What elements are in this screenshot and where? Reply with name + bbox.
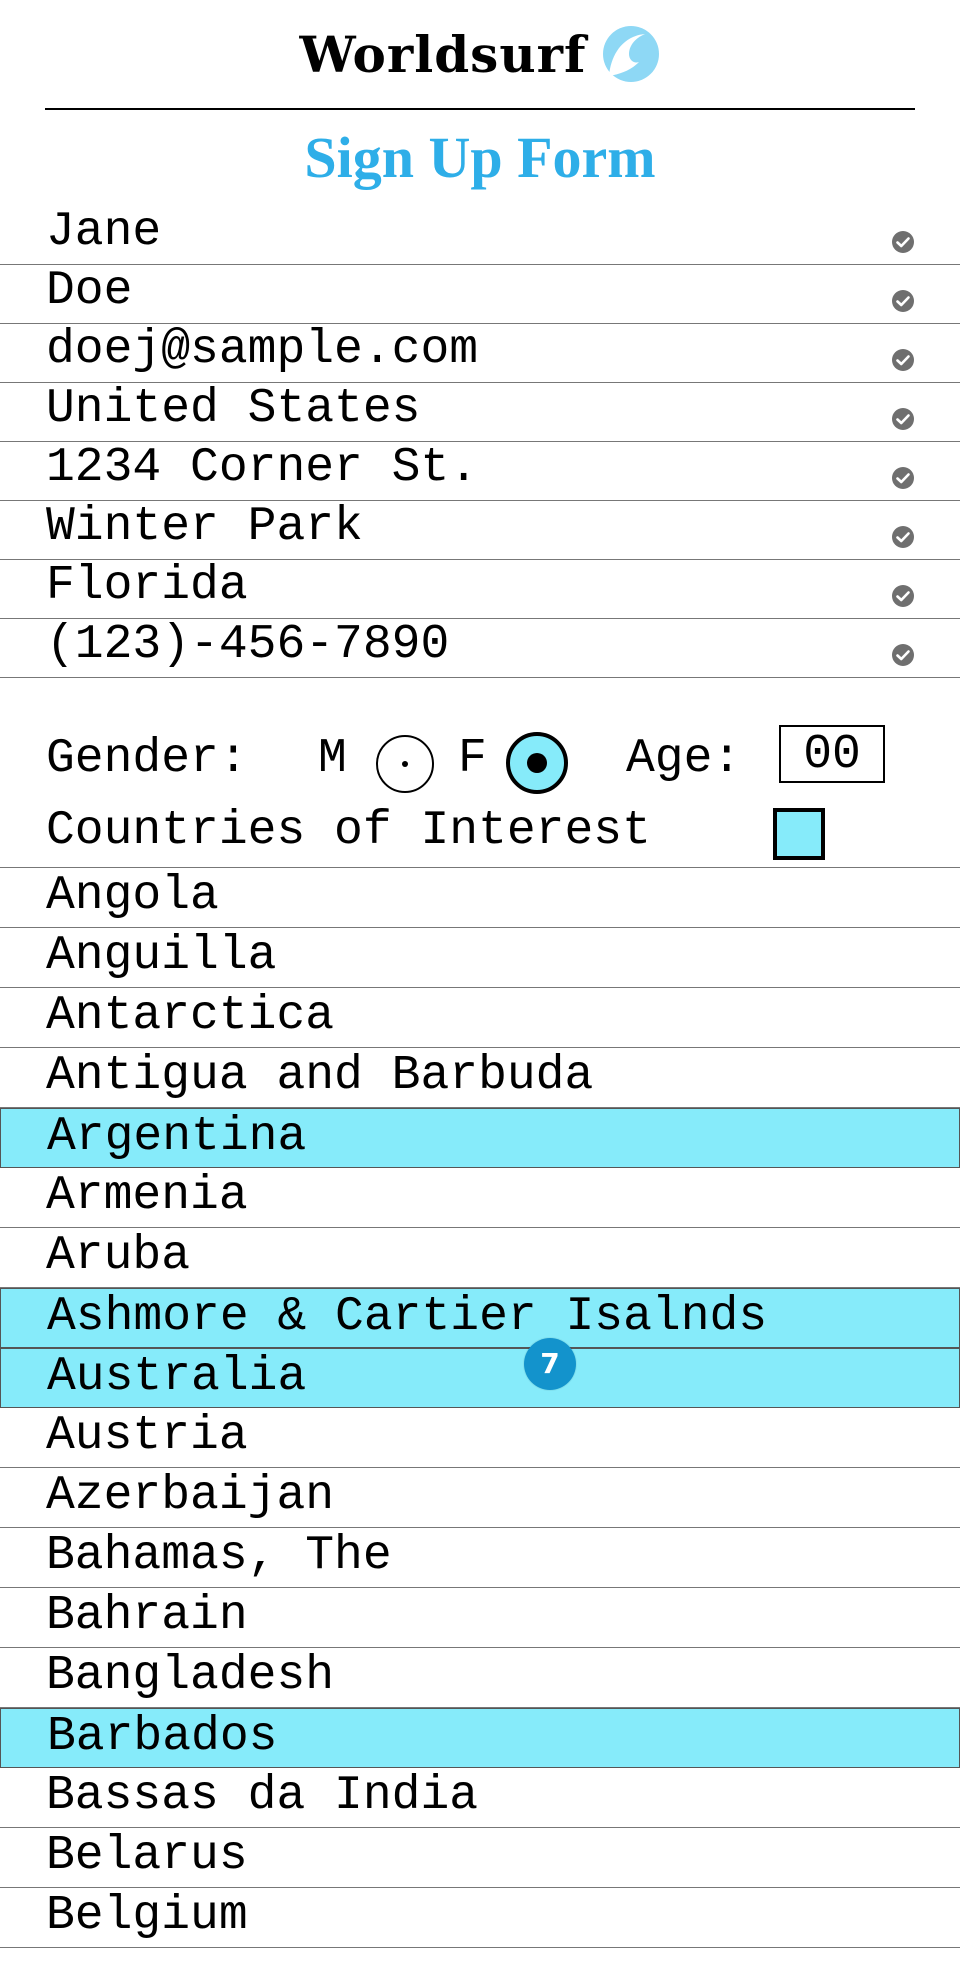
- check-circle-icon: [891, 466, 915, 490]
- country-option[interactable]: Antarctica: [0, 988, 960, 1048]
- country-name: Aruba: [46, 1229, 191, 1283]
- form-title: Sign Up Form: [304, 125, 656, 190]
- gender-option-m-label: M: [318, 732, 347, 786]
- country-name: Austria: [46, 1409, 248, 1463]
- country-name: Azerbaijan: [46, 1469, 335, 1523]
- check-circle-icon: [891, 407, 915, 431]
- country-name: Ashmore & Cartier Isalnds: [47, 1290, 768, 1344]
- country-option[interactable]: Bahrain: [0, 1588, 960, 1648]
- country-name: Angola: [46, 869, 219, 923]
- header: Worldsurf: [0, 0, 960, 108]
- country-option[interactable]: Barbados: [0, 1708, 960, 1768]
- field-last-name[interactable]: Doe: [0, 265, 960, 324]
- country-name: Bangladesh: [46, 1649, 335, 1703]
- country-option[interactable]: Belarus: [0, 1828, 960, 1888]
- country-option[interactable]: Aruba: [0, 1228, 960, 1288]
- country-name: Armenia: [46, 1169, 248, 1223]
- country-option[interactable]: Armenia: [0, 1168, 960, 1228]
- country-option[interactable]: Ashmore & Cartier Isalnds: [0, 1288, 960, 1348]
- field-value[interactable]: Jane: [46, 206, 161, 265]
- country-option[interactable]: Austria: [0, 1408, 960, 1468]
- radio-dot: [402, 761, 408, 767]
- age-label: Age:: [626, 732, 742, 786]
- country-option[interactable]: Angola: [0, 868, 960, 928]
- wave-icon: [601, 24, 661, 84]
- countries-header: Countries of Interest: [0, 798, 960, 868]
- country-option[interactable]: Argentina: [0, 1108, 960, 1168]
- gender-age-row: Gender: M F Age: 00: [0, 720, 960, 798]
- country-name: Bahrain: [46, 1589, 248, 1643]
- selection-count-badge: 7: [524, 1338, 576, 1390]
- check-circle-icon: [891, 643, 915, 667]
- field-value[interactable]: Doe: [46, 265, 132, 324]
- country-name: Argentina: [47, 1110, 307, 1164]
- gender-option-f-label: F: [458, 732, 487, 786]
- field-email[interactable]: doej@sample.com: [0, 324, 960, 383]
- age-input[interactable]: 00: [779, 725, 885, 783]
- check-circle-icon: [891, 230, 915, 254]
- country-name: Australia: [47, 1350, 307, 1404]
- country-option[interactable]: Anguilla: [0, 928, 960, 988]
- country-name: Belgium: [46, 1889, 248, 1943]
- countries-label: Countries of Interest: [46, 804, 651, 858]
- country-name: Belarus: [46, 1829, 248, 1883]
- field-country[interactable]: United States: [0, 383, 960, 442]
- countries-checkbox[interactable]: [773, 808, 825, 860]
- gender-radio-m[interactable]: [376, 735, 434, 793]
- radio-dot-selected: [527, 753, 547, 773]
- country-name: Anguilla: [46, 929, 277, 983]
- field-list: Jane Doe doej@sample.com United States 1234 …: [0, 206, 960, 678]
- country-name: Antarctica: [46, 989, 335, 1043]
- country-option[interactable]: Bangladesh: [0, 1648, 960, 1708]
- check-circle-icon: [891, 289, 915, 313]
- country-name: Barbados: [47, 1710, 278, 1764]
- gender-radio-f[interactable]: [506, 732, 568, 794]
- field-address[interactable]: 1234 Corner St.: [0, 442, 960, 501]
- check-circle-icon: [891, 525, 915, 549]
- field-value[interactable]: doej@sample.com: [46, 324, 478, 383]
- brand-name: Worldsurf: [299, 24, 587, 84]
- country-option[interactable]: Bahamas, The: [0, 1528, 960, 1588]
- field-value[interactable]: United States: [46, 383, 420, 442]
- country-option[interactable]: Australia: [0, 1348, 960, 1408]
- gender-label: Gender:: [46, 732, 248, 786]
- country-option[interactable]: Azerbaijan: [0, 1468, 960, 1528]
- check-circle-icon: [891, 348, 915, 372]
- field-value[interactable]: 1234 Corner St.: [46, 442, 478, 501]
- country-name: Bassas da India: [46, 1769, 479, 1823]
- field-phone[interactable]: (123)-456-7890: [0, 619, 960, 678]
- country-list: Angola Anguilla Antarctica Antigua and Barb…: [0, 868, 960, 1948]
- country-option[interactable]: Belgium: [0, 1888, 960, 1948]
- signup-page: Worldsurf Sign Up Form Jane Doe doej@sampl…: [0, 0, 960, 1981]
- field-city[interactable]: Winter Park: [0, 501, 960, 560]
- field-first-name[interactable]: Jane: [0, 206, 960, 265]
- country-option[interactable]: Bassas da India: [0, 1768, 960, 1828]
- field-value[interactable]: Florida: [46, 560, 248, 619]
- field-value[interactable]: (123)-456-7890: [46, 619, 449, 678]
- field-state[interactable]: Florida: [0, 560, 960, 619]
- country-option[interactable]: Antigua and Barbuda: [0, 1048, 960, 1108]
- country-name: Bahamas, The: [46, 1529, 392, 1583]
- field-value[interactable]: Winter Park: [46, 501, 363, 560]
- check-circle-icon: [891, 584, 915, 608]
- country-name: Antigua and Barbuda: [46, 1049, 594, 1103]
